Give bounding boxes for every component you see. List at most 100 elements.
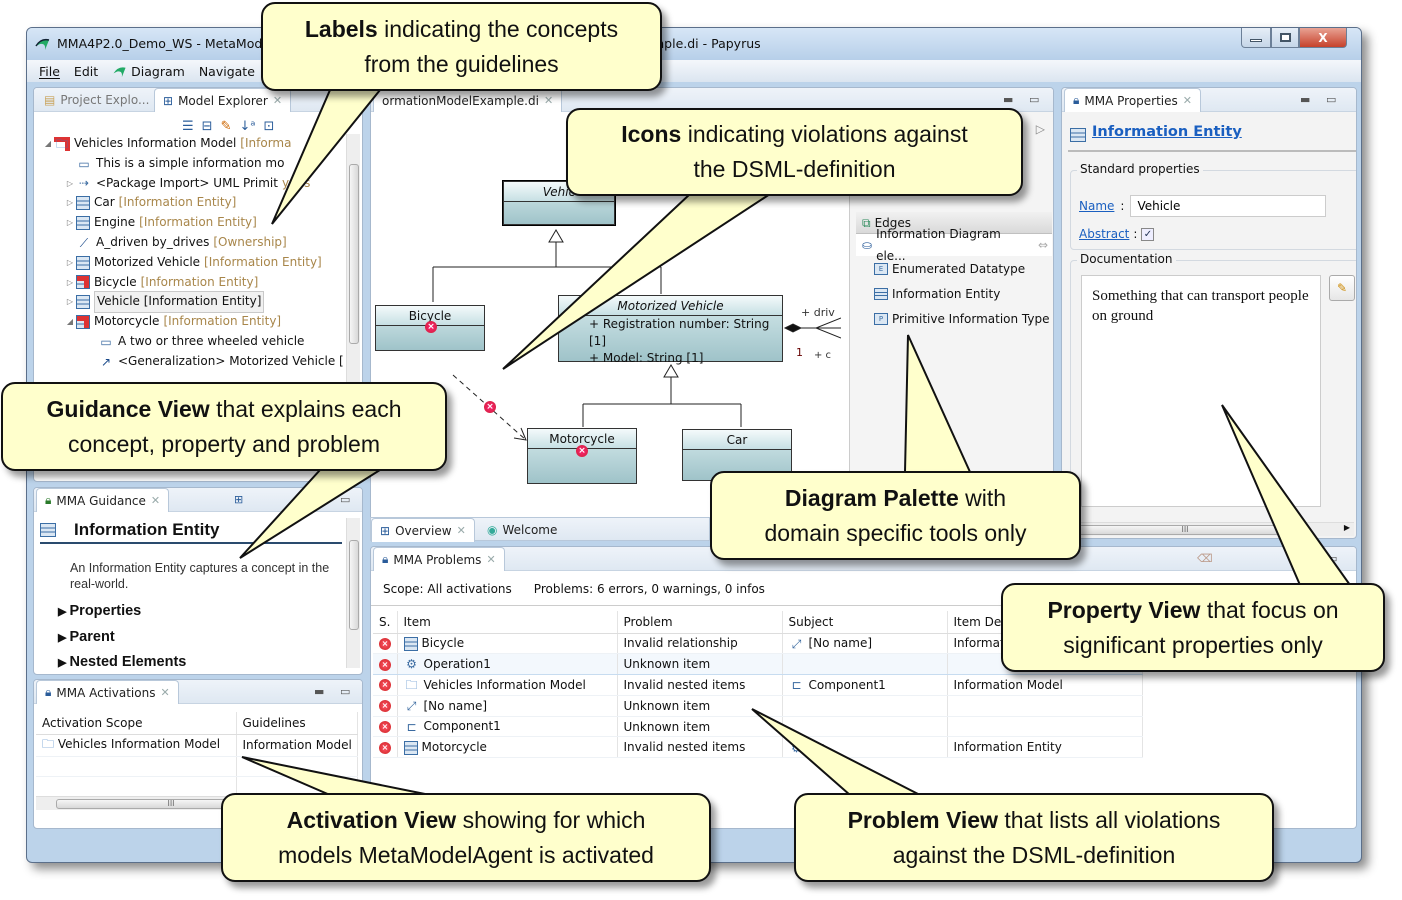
menu-navigate[interactable]: Navigate bbox=[199, 64, 255, 79]
tree-item[interactable]: ▷ Motorized Vehicle [Information Entity] bbox=[42, 253, 344, 273]
tree-item[interactable]: ↗ <Generalization> Motorized Vehicle [ bbox=[42, 352, 344, 372]
maximize-window-button[interactable] bbox=[1271, 28, 1299, 48]
customize-icon[interactable]: ✎ bbox=[221, 119, 232, 134]
tab-mma-properties[interactable]: 🔒︎ MMA Properties ✕ bbox=[1064, 88, 1201, 112]
attribute-item[interactable]: + Model: String [1] bbox=[589, 350, 782, 367]
uml-class-motorcycle[interactable]: Motorcycle × bbox=[527, 428, 637, 484]
maximize-view-icon[interactable]: ▭ bbox=[1029, 93, 1039, 106]
tab-model-explorer[interactable]: ⊞ Model Explorer ✕ bbox=[154, 88, 292, 112]
palette-expand-icon[interactable]: ▷ bbox=[1036, 122, 1045, 136]
class-name: Motorized Vehicle bbox=[559, 296, 782, 316]
abstract-checkbox[interactable]: ✓ bbox=[1141, 227, 1155, 241]
link-icon[interactable]: ⊞ bbox=[234, 493, 243, 506]
clear-problems-icon[interactable]: ⌫ bbox=[1197, 552, 1213, 565]
maximize-view-icon[interactable]: ▭ bbox=[1327, 552, 1337, 565]
menu-file[interactable]: File bbox=[39, 64, 60, 79]
tab-mma-guidance[interactable]: 🔒︎ MMA Guidance ✕ bbox=[36, 488, 170, 512]
tree-item[interactable]: ▷ Engine [Information Entity] bbox=[42, 213, 344, 233]
tree-item[interactable]: ▭ This is a simple information mo bbox=[42, 154, 344, 174]
maximize-view-icon[interactable]: ▭ bbox=[340, 493, 350, 506]
tab-mma-activations[interactable]: 🔒︎ MMA Activations ✕ bbox=[36, 680, 179, 704]
close-tab-icon[interactable]: ✕ bbox=[151, 494, 160, 507]
guidance-section-toggle[interactable]: ▶ Properties bbox=[58, 599, 186, 625]
column-activation-scope[interactable]: Activation Scope bbox=[36, 712, 237, 735]
tree-item[interactable]: ▷ Car [Information Entity] bbox=[42, 193, 344, 213]
properties-title-link[interactable]: Information Entity bbox=[1092, 124, 1242, 140]
minimize-view-icon[interactable]: ▬ bbox=[1003, 93, 1013, 106]
collapsed-twisty-icon[interactable]: ▷ bbox=[64, 253, 76, 273]
documentation-textarea[interactable]: Something that can transport people on g… bbox=[1081, 275, 1321, 507]
collapsed-twisty-icon[interactable]: ▷ bbox=[64, 273, 76, 293]
tree-item[interactable]: ◢ 🗀︎ Vehicles Information Model [Informa bbox=[42, 134, 344, 154]
palette-tool[interactable]: P Primitive Information Type bbox=[856, 306, 1052, 331]
palette-group[interactable]: ⛀ Information Diagram ele... ⇔ bbox=[856, 227, 1052, 263]
minimize-view-icon[interactable]: ▬ bbox=[314, 685, 324, 698]
expanded-twisty-icon[interactable]: ◢ bbox=[42, 134, 54, 154]
collapsed-twisty-icon[interactable]: ▷ bbox=[64, 213, 76, 233]
tab-welcome[interactable]: ◉ Welcome bbox=[479, 518, 565, 542]
collapsed-twisty-icon[interactable]: ▷ bbox=[64, 193, 76, 213]
expanded-twisty-icon[interactable]: ◢ bbox=[64, 312, 76, 332]
name-field[interactable] bbox=[1130, 195, 1327, 217]
problem-row[interactable]: × 🗀︎ Vehicles Information Model Invalid nes… bbox=[373, 674, 1143, 696]
tree-item[interactable]: ▷ Bicycle [Information Entity] bbox=[42, 273, 344, 293]
scroll-right-icon[interactable]: ▶ bbox=[1344, 523, 1350, 532]
guidance-scrollbar[interactable] bbox=[346, 518, 360, 668]
minimize-view-icon[interactable]: ▬ bbox=[1300, 93, 1310, 106]
problem-row[interactable]: × Motorcycle Invalid nested items ⚙ Op Inform… bbox=[373, 736, 1143, 759]
close-tab-icon[interactable]: ✕ bbox=[1183, 94, 1192, 107]
edit-documentation-button[interactable]: ✎ bbox=[1329, 275, 1355, 301]
tree-item[interactable]: ⟋ A_driven by_drives [Ownership] bbox=[42, 233, 344, 253]
guidance-section-toggle[interactable]: ▶ Parent bbox=[58, 625, 186, 651]
collapsed-twisty-icon[interactable]: ▷ bbox=[64, 292, 76, 312]
close-tab-icon[interactable]: ✕ bbox=[160, 686, 169, 699]
palette-tool[interactable]: Information Entity bbox=[856, 281, 1052, 306]
column-header[interactable]: S. bbox=[373, 611, 398, 634]
uml-class-bicycle[interactable]: Bicycle × bbox=[375, 305, 485, 351]
name-label-link[interactable]: Name bbox=[1079, 199, 1114, 213]
tab-overview[interactable]: ⊞ Overview ✕ bbox=[371, 518, 475, 542]
tab-diagram-file[interactable]: ormationModelExample.di ✕ bbox=[373, 88, 563, 112]
close-window-button[interactable]: X bbox=[1299, 28, 1347, 48]
scope-label[interactable]: Scope: All activations bbox=[383, 582, 512, 596]
uml-class-motorized-vehicle[interactable]: Motorized Vehicle + Registration number:… bbox=[558, 295, 783, 365]
attribute-item[interactable]: + Registration number: String [1] bbox=[589, 316, 782, 350]
maximize-view-icon[interactable]: ▭ bbox=[340, 685, 350, 698]
close-tab-icon[interactable]: ✕ bbox=[457, 524, 466, 537]
activations-table: Activation Scope Guidelines 🗀︎ Vehicles … bbox=[36, 712, 358, 799]
link-editor-icon[interactable]: ⊟ bbox=[202, 119, 213, 134]
close-tab-icon[interactable]: ✕ bbox=[273, 94, 282, 107]
tree-item[interactable]: ▷ Vehicle [Information Entity] bbox=[42, 291, 344, 314]
minimize-window-button[interactable] bbox=[1241, 28, 1271, 48]
problem-row[interactable]: × ⊏ Component1 Unknown item bbox=[373, 716, 1143, 738]
close-tab-icon[interactable]: ✕ bbox=[544, 94, 553, 107]
tree-item[interactable]: ◢ Motorcycle [Information Entity] bbox=[42, 312, 344, 332]
column-header[interactable]: Subject bbox=[782, 611, 948, 634]
tab-mma-problems[interactable]: 🔒︎ MMA Problems ✕ bbox=[373, 547, 505, 571]
sort-az-icon[interactable]: ↓ᵃ bbox=[239, 119, 255, 134]
abstract-label-link[interactable]: Abstract bbox=[1079, 227, 1129, 241]
column-guidelines[interactable]: Guidelines bbox=[236, 712, 358, 735]
minimize-tree-icon[interactable]: ⊡ bbox=[263, 119, 274, 134]
column-header[interactable]: Problem bbox=[617, 611, 783, 634]
column-header[interactable]: Item bbox=[397, 611, 618, 634]
menu-edit[interactable]: Edit bbox=[74, 64, 98, 79]
table-row[interactable]: 🗀︎ Vehicles Information Model Informatio… bbox=[36, 734, 358, 757]
tab-label: Model Explorer bbox=[178, 93, 268, 108]
app-logo-icon bbox=[35, 38, 50, 50]
menu-diagram-wrapper[interactable]: Diagram bbox=[112, 64, 185, 79]
tab-project-explorer[interactable]: ▤ Project Explo... bbox=[36, 88, 157, 112]
tree-item[interactable]: ▭ A two or three wheeled vehicle bbox=[42, 332, 344, 352]
collapse-all-icon[interactable]: ☰ bbox=[182, 119, 194, 134]
pin-icon[interactable]: ⇔ bbox=[1038, 234, 1048, 256]
menu-bar: File Edit Diagram Navigate bbox=[27, 60, 1361, 82]
properties-hscrollbar[interactable]: III ▶ bbox=[1070, 522, 1354, 536]
tree-item[interactable]: ▷ ⇢ <Package Import> UML Primit ypes bbox=[42, 174, 344, 194]
close-tab-icon[interactable]: ✕ bbox=[486, 553, 495, 566]
menu-diagram[interactable]: Diagram bbox=[131, 64, 185, 79]
guidance-section-toggle[interactable]: ▶ Nested Elements bbox=[58, 650, 186, 674]
maximize-view-icon[interactable]: ▭ bbox=[1326, 93, 1336, 106]
dependency-icon: ⤢ bbox=[791, 636, 802, 651]
collapsed-twisty-icon[interactable]: ▷ bbox=[64, 174, 76, 194]
problem-row[interactable]: × ⤢ [No name] Unknown item bbox=[373, 695, 1143, 717]
